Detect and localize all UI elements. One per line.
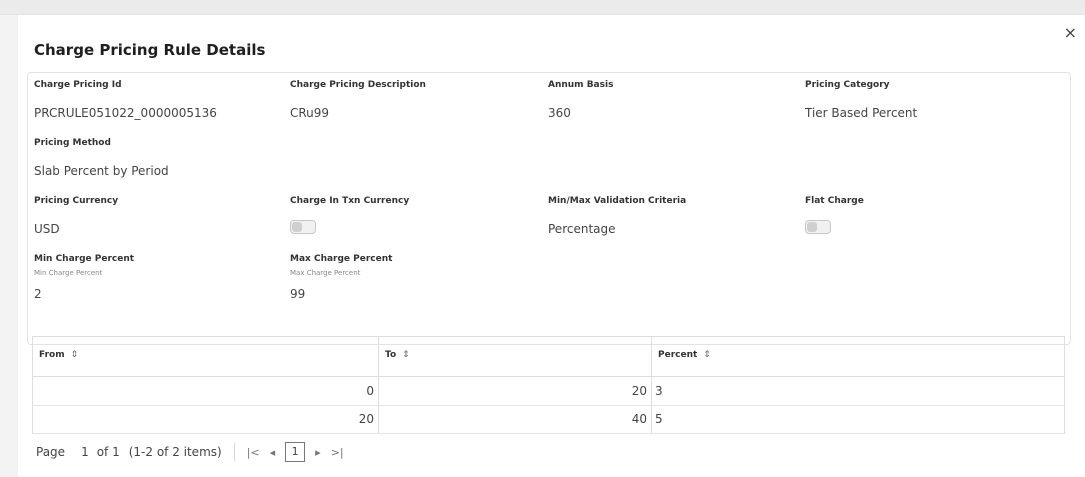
column-header-percent[interactable]: Percent ⇕ [652, 337, 1064, 376]
min-charge-percent-label: Min Charge Percent [34, 254, 135, 264]
table-row[interactable]: 20 40 5 [33, 405, 1064, 434]
page-header-band [0, 0, 1085, 15]
min-max-validation-criteria-value: Percentage [548, 222, 616, 236]
pricing-category-value: Tier Based Percent [805, 106, 918, 120]
next-page-icon[interactable]: ▸ [315, 446, 321, 459]
cell-percent: 5 [655, 412, 663, 426]
page-number: 1 [81, 445, 89, 459]
cell-from: 20 [33, 405, 379, 433]
max-charge-percent-value: 99 [290, 287, 306, 301]
slab-table: From ⇕ To ⇕ Percent ⇕ 0 20 3 20 40 5 [32, 336, 1065, 434]
max-charge-percent-sublabel: Max Charge Percent [290, 269, 361, 277]
column-header-from[interactable]: From ⇕ [33, 337, 379, 376]
cell-to: 20 [379, 377, 652, 405]
charge-pricing-description-value: CRu99 [290, 106, 330, 120]
charge-pricing-description-label: Charge Pricing Description [290, 80, 426, 90]
sort-icon[interactable]: ⇕ [402, 350, 410, 360]
page-label: Page [36, 445, 66, 459]
first-page-icon[interactable]: |< [247, 446, 260, 459]
previous-page-icon[interactable]: ◂ [270, 446, 276, 459]
pricing-method-value: Slab Percent by Period [34, 164, 169, 178]
pricing-currency-value: USD [34, 222, 60, 236]
cell-to: 40 [379, 405, 652, 433]
column-header-to[interactable]: To ⇕ [379, 337, 652, 376]
max-charge-percent-label: Max Charge Percent [290, 254, 393, 264]
cell-percent: 3 [655, 384, 663, 398]
min-charge-percent-sublabel: Min Charge Percent [34, 269, 103, 277]
cell-from: 0 [33, 377, 379, 405]
table-row[interactable]: 0 20 3 [33, 377, 1064, 406]
charge-in-txn-currency-label: Charge In Txn Currency [290, 196, 410, 206]
sort-icon[interactable]: ⇕ [71, 350, 79, 360]
pricing-category-label: Pricing Category [805, 80, 890, 90]
min-charge-percent-value: 2 [34, 287, 42, 301]
annum-basis-value: 360 [548, 106, 571, 120]
min-max-validation-criteria-label: Min/Max Validation Criteria [548, 196, 687, 206]
current-page-button[interactable]: 1 [285, 442, 306, 462]
last-page-icon[interactable]: >| [331, 446, 344, 459]
page-of-label: of 1 [96, 445, 120, 459]
items-count: (1-2 of 2 items) [128, 445, 222, 459]
flat-charge-label: Flat Charge [805, 196, 864, 206]
pagination-bar: Page 1 of 1 (1-2 of 2 items) |< ◂ 1 ▸ >| [36, 440, 354, 464]
close-icon[interactable]: × [1064, 25, 1077, 41]
table-header-row: From ⇕ To ⇕ Percent ⇕ [33, 337, 1064, 377]
flat-charge-toggle[interactable] [805, 220, 831, 234]
pricing-method-label: Pricing Method [34, 138, 111, 148]
dialog-title: Charge Pricing Rule Details [34, 41, 266, 59]
charge-in-txn-currency-toggle[interactable] [290, 220, 316, 234]
annum-basis-label: Annum Basis [548, 80, 614, 90]
details-panel: Charge Pricing Id PRCRULE051022_00000051… [27, 72, 1071, 345]
charge-pricing-id-label: Charge Pricing Id [34, 80, 122, 90]
pager-divider [233, 443, 235, 461]
pricing-currency-label: Pricing Currency [34, 196, 119, 206]
sort-icon[interactable]: ⇕ [703, 350, 711, 360]
charge-pricing-id-value: PRCRULE051022_0000005136 [34, 106, 217, 120]
